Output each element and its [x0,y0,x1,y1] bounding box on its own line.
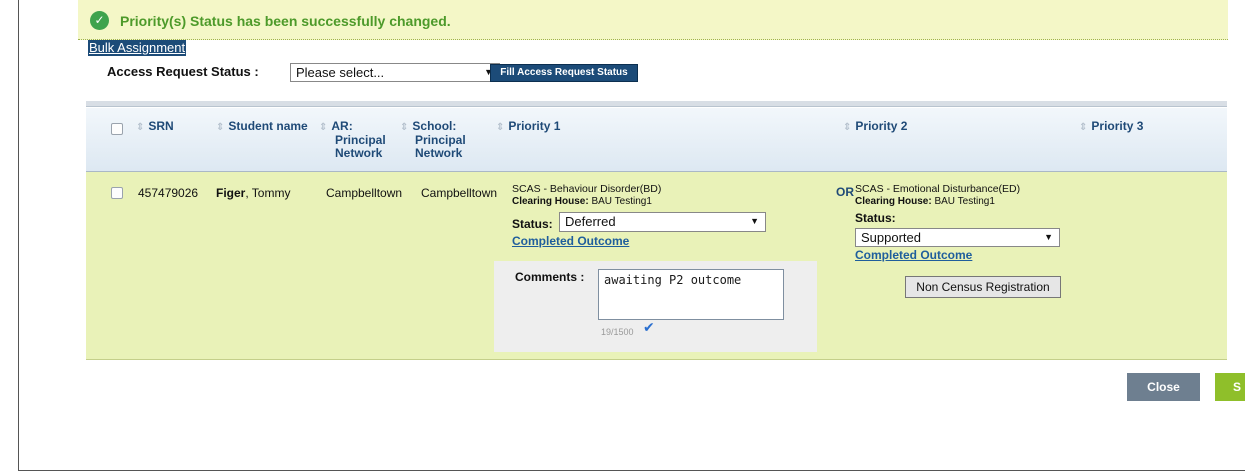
column-header-priority-1[interactable]: ⇕ Priority 1 [496,120,560,134]
spellcheck-icon[interactable]: ✔ [643,319,655,336]
column-header-priority-2[interactable]: ⇕ Priority 2 [843,120,907,134]
comments-label: Comments : [515,270,585,284]
non-census-registration-button[interactable]: Non Census Registration [905,276,1061,298]
or-label: OR [836,185,854,199]
sort-icon: ⇕ [136,122,145,133]
school-network-value: Campbelltown [421,186,498,200]
dropdown-arrow-icon: ▼ [1044,232,1053,242]
ar-network-value: Campbelltown [326,186,403,200]
dropdown-arrow-icon: ▼ [750,216,759,226]
priority1-status-label: Status: [512,217,553,231]
priority2-status-select[interactable]: Supported ▼ [855,228,1060,247]
sort-icon: ⇕ [319,122,328,133]
table-header: ⇕ SRN ⇕ Student name ⇕ AR: Principal Networ… [86,108,1227,172]
priority2-completed-outcome-link[interactable]: Completed Outcome [855,248,972,262]
column-header-srn[interactable]: ⇕ SRN [136,120,174,134]
priority1-status-select[interactable]: Deferred ▼ [559,212,766,232]
select-value: Please select... [296,65,385,80]
comments-textarea[interactable]: awaiting P2 outcome [598,269,784,320]
column-header-priority-3[interactable]: ⇕ Priority 3 [1079,120,1143,134]
fill-access-request-button[interactable]: Fill Access Request Status [490,64,638,82]
table-top-border [86,101,1227,107]
priority1-completed-outcome-link[interactable]: Completed Outcome [512,234,629,248]
sort-icon: ⇕ [1079,122,1088,133]
priority2-clearing-house: Clearing House: BAU Testing1 [855,196,995,207]
bulk-assignment-link[interactable]: Bulk Assignment [88,40,187,56]
check-circle-icon: ✓ [90,11,109,30]
priority2-status-label: Status: [855,211,896,225]
success-message: Priority(s) Status has been successfully… [120,13,451,29]
sort-icon: ⇕ [496,122,505,133]
select-all-checkbox[interactable] [111,123,123,135]
srn-value: 457479026 [138,186,199,200]
priority1-clearing-house: Clearing House: BAU Testing1 [512,196,652,207]
char-count: 19/1500 [601,327,634,337]
column-header-ar-network[interactable]: ⇕ AR: Principal Network [319,120,386,160]
column-header-student-name[interactable]: ⇕ Student name [216,120,308,134]
row-checkbox[interactable] [111,187,123,199]
student-name: Figer, Tommy [216,186,291,200]
success-notification: ✓ Priority(s) Status has been successful… [78,0,1228,40]
access-request-status-label: Access Request Status : [107,64,259,79]
sort-icon: ⇕ [843,122,852,133]
priority2-title: SCAS - Emotional Disturbance(ED) [855,183,1021,195]
priority1-title: SCAS - Behaviour Disorder(BD) [512,183,662,195]
access-request-status-select[interactable]: Please select... ▼ [290,63,500,82]
save-button[interactable]: S [1215,373,1245,401]
close-button[interactable]: Close [1127,373,1200,401]
sort-icon: ⇕ [400,122,409,133]
sort-icon: ⇕ [216,122,225,133]
column-header-school-network[interactable]: ⇕ School: Principal Network [400,120,466,160]
